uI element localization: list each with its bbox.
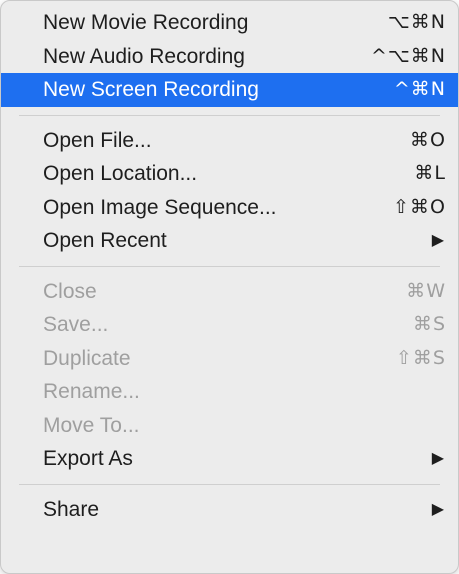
menu-item-open-recent[interactable]: Open Recent ▶ [1,224,458,258]
menu-item-shortcut: ^⌥⌘N [370,44,446,67]
menu-item-close: Close ⌘W [1,275,458,309]
menu-item-move-to: Move To... [1,409,458,443]
menu-item-label: New Movie Recording [43,11,249,34]
menu-item-shortcut: ^⌘N [393,78,446,100]
menu-item-shortcut: ⌘L [414,162,446,184]
menu-item-label: Close [43,279,97,303]
menu-item-open-file[interactable]: Open File... ⌘O [1,124,458,158]
menu-item-shortcut: ⌘O [410,128,446,151]
submenu-arrow-icon: ▶ [431,500,444,518]
menu-item-label: Move To... [43,413,140,437]
menu-item-label: Rename... [43,380,140,403]
menu-item-label: Open Recent [43,229,167,252]
menu-item-save: Save... ⌘S [1,308,458,342]
menu-item-new-movie-recording[interactable]: New Movie Recording ⌥⌘N [1,6,458,40]
menu-item-label: New Audio Recording [43,44,245,68]
menu-item-label: New Screen Recording [43,78,259,101]
submenu-arrow-icon: ▶ [431,450,444,467]
menu-item-label: Save... [43,313,109,336]
menu-item-label: Open File... [43,128,152,152]
menu-item-label: Export As [43,447,133,470]
menu-item-new-audio-recording[interactable]: New Audio Recording ^⌥⌘N [1,40,458,74]
menu-item-open-location[interactable]: Open Location... ⌘L [1,157,458,191]
menu-separator [19,114,440,116]
menu-item-rename: Rename... [1,375,458,409]
menu-separator [19,483,440,485]
menu-item-export-as[interactable]: Export As ▶ [1,442,458,476]
menu-item-shortcut: ⇧⌘O [393,195,446,218]
menu-item-label: Duplicate [43,346,131,370]
menu-item-shortcut: ⌘S [412,313,446,335]
menu-item-new-screen-recording[interactable]: New Screen Recording ^⌘N [1,73,458,107]
file-menu: New Movie Recording ⌥⌘N New Audio Record… [0,0,459,574]
menu-item-label: Open Image Sequence... [43,195,277,219]
submenu-arrow-icon: ▶ [431,232,444,249]
menu-item-shortcut: ⇧⌘S [396,346,446,369]
menu-item-duplicate: Duplicate ⇧⌘S [1,342,458,376]
menu-separator [19,265,440,267]
menu-item-share[interactable]: Share ▶ [1,493,458,527]
menu-item-open-image-sequence[interactable]: Open Image Sequence... ⇧⌘O [1,191,458,225]
menu-item-shortcut: ⌥⌘N [387,11,446,33]
menu-item-shortcut: ⌘W [406,279,446,302]
menu-item-label: Open Location... [43,162,198,185]
menu-item-label: Share [43,497,100,521]
